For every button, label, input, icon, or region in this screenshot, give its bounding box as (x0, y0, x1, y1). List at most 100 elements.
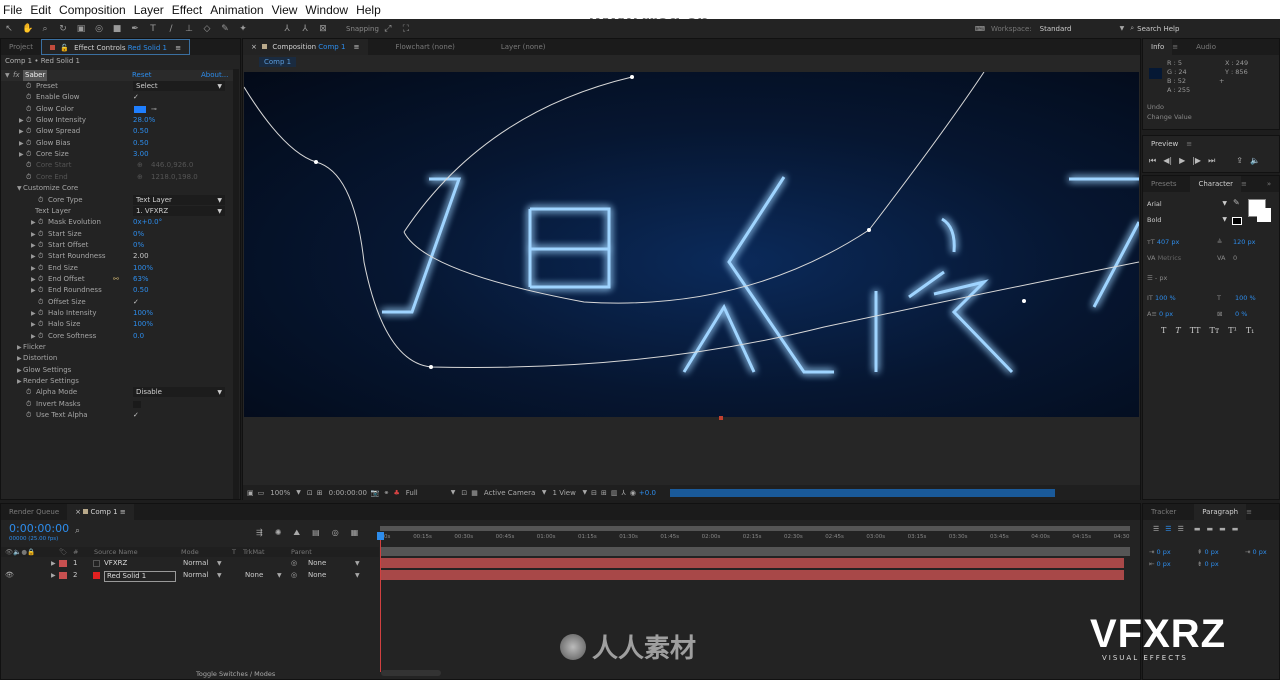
stopwatch-icon[interactable]: ⏱ (38, 297, 43, 308)
snapping-grid-icon[interactable]: ⛶ (401, 24, 411, 34)
layer-bar-2[interactable] (381, 570, 1124, 580)
collapse-arrow-icon[interactable]: ▶ (17, 365, 22, 376)
effect-name[interactable]: Saber (23, 70, 48, 81)
font-size-value[interactable]: 407 px (1157, 238, 1179, 246)
twirl-arrow-icon[interactable]: ▶ (31, 229, 36, 240)
snapshot-icon[interactable]: 📷 (371, 489, 380, 497)
views-dropdown-icon[interactable]: ▼ (583, 489, 588, 496)
menu-effect[interactable]: Effect (172, 3, 202, 17)
stroke-color-swatch[interactable] (1257, 208, 1271, 222)
stopwatch-icon[interactable]: ⏱ (38, 217, 43, 228)
property-value[interactable]: 3.00 (133, 149, 149, 160)
twirl-arrow-icon[interactable]: ▶ (19, 126, 24, 137)
safe-zones-icon[interactable]: ⊡ (307, 489, 313, 497)
zoom-select[interactable]: 100% (270, 489, 290, 497)
align-left-icon[interactable]: ☰ (1153, 525, 1159, 533)
panel-menu-icon[interactable]: ≡ (120, 508, 126, 516)
tab-render-queue[interactable]: Render Queue (1, 504, 67, 520)
property-value[interactable]: 0% (133, 229, 144, 240)
twirl-arrow-icon[interactable]: ▶ (31, 251, 36, 262)
parent-select[interactable]: None (308, 570, 326, 581)
all-caps-button[interactable]: TT (1190, 326, 1201, 335)
twirl-arrow-icon[interactable]: ▶ (51, 570, 56, 581)
tab-composition[interactable]: × Composition Comp 1 ≡ (243, 39, 368, 55)
font-family-select[interactable]: Arial ▼ (1147, 200, 1227, 208)
comp-mini-flowchart-icon[interactable]: ⇶ (256, 528, 263, 538)
tab-tracker[interactable]: Tracker (1143, 504, 1184, 520)
menu-help[interactable]: Help (356, 3, 381, 17)
motion-blur-icon[interactable]: ◎ (332, 528, 339, 538)
mode-select[interactable]: Normal (183, 570, 208, 581)
camera-dropdown-icon[interactable]: ▼ (542, 489, 547, 496)
label-color[interactable] (59, 560, 67, 567)
group-label[interactable]: Distortion (23, 353, 57, 364)
next-frame-icon[interactable]: |▶ (1192, 156, 1201, 166)
justify-left-icon[interactable]: ▬ (1194, 525, 1201, 533)
workspace-dropdown-icon[interactable]: ▼ (1120, 25, 1125, 32)
group-label[interactable]: Flicker (23, 342, 46, 353)
faux-italic-button[interactable]: T (1175, 326, 1180, 335)
tab-project[interactable]: Project (1, 39, 41, 55)
resolution-dropdown-icon[interactable]: ▼ (451, 489, 456, 496)
twirl-arrow-icon[interactable]: ▶ (31, 319, 36, 330)
property-value[interactable]: 446.0,926.0 (151, 160, 193, 171)
stopwatch-icon[interactable]: ⏱ (26, 387, 31, 398)
search-help-input[interactable]: Search Help (1137, 25, 1179, 33)
panel-menu-icon[interactable]: ≡ (1172, 43, 1178, 51)
stopwatch-icon[interactable]: ⏱ (26, 172, 31, 183)
property-value[interactable]: ✓ (133, 297, 139, 308)
property-dropdown[interactable]: Text Layer (133, 194, 225, 206)
rotate-tool-icon[interactable]: ↻ (58, 24, 68, 34)
stopwatch-icon[interactable]: ⏱ (26, 410, 31, 421)
anchor-point[interactable] (719, 416, 723, 420)
small-caps-button[interactable]: Tт (1210, 326, 1220, 335)
faux-bold-button[interactable]: T (1161, 326, 1166, 335)
layer-row[interactable]: ▶ 1 VFXRZ Normal ▼ ◎ None ▼ (1, 558, 379, 569)
property-dropdown[interactable]: 1. VFXRZ (133, 205, 225, 217)
camera-select[interactable]: Active Camera (484, 489, 542, 497)
close-icon[interactable]: × (251, 43, 257, 51)
justify-right-icon[interactable]: ▬ (1219, 525, 1226, 533)
playhead[interactable] (380, 532, 381, 672)
property-value[interactable]: 100% (133, 319, 153, 330)
stopwatch-icon[interactable]: ⏱ (38, 251, 43, 262)
stroke-width-value[interactable]: - px (1155, 274, 1167, 282)
twirl-arrow-icon[interactable]: ▶ (31, 308, 36, 319)
dropdown-icon[interactable]: ▼ (355, 570, 360, 581)
channel-icon[interactable]: ♣ (394, 489, 400, 497)
pan-behind-tool-icon[interactable]: ◎ (94, 24, 104, 34)
space-after-value[interactable]: 0 px (1205, 560, 1219, 568)
stopwatch-icon[interactable]: ⏱ (26, 115, 31, 126)
stopwatch-icon[interactable]: ⏱ (38, 319, 43, 330)
property-value[interactable]: 28.0% (133, 115, 155, 126)
header-source-name[interactable]: Source Name (94, 547, 138, 557)
tab-character[interactable]: Character (1190, 176, 1242, 192)
indent-left-value[interactable]: 0 px (1157, 548, 1171, 556)
play-icon[interactable]: ▶ (1179, 156, 1185, 166)
property-dropdown[interactable]: Select (133, 81, 225, 92)
comp-breadcrumb[interactable]: Comp 1 (259, 57, 297, 67)
always-preview-icon[interactable]: ▣ (247, 489, 254, 497)
loop-icon[interactable]: ⇪ (1236, 156, 1243, 166)
composition-viewer[interactable] (243, 71, 1141, 417)
twirl-arrow-icon[interactable]: ▶ (31, 331, 36, 342)
workspace-select[interactable]: Standard (1040, 25, 1120, 33)
tab-layer[interactable]: Layer (none) (493, 39, 554, 55)
tab-presets[interactable]: Presets (1143, 176, 1184, 192)
layer-row[interactable]: 👁 ▶ 2 Red Solid 1 Normal ▼ None ▼ ◎ None ▼ (1, 570, 379, 582)
property-value[interactable]: 0x+0.0° (133, 217, 162, 228)
zoom-tool-icon[interactable]: ⌕ (40, 24, 50, 34)
panel-menu-icon[interactable]: ≡ (1246, 508, 1252, 516)
fx-icon[interactable]: fx (13, 70, 20, 81)
time-navigator[interactable] (380, 547, 1130, 556)
menu-layer[interactable]: Layer (134, 3, 164, 17)
eraser-tool-icon[interactable]: ◇ (202, 24, 212, 34)
shy-layers-icon[interactable]: ⛰ (293, 528, 300, 538)
menu-composition[interactable]: Composition (59, 3, 126, 17)
stopwatch-icon[interactable]: ⏱ (26, 104, 31, 115)
axis-view-icon[interactable]: ⊠ (318, 24, 328, 34)
dropdown-icon[interactable]: ▼ (217, 570, 222, 581)
collapse-arrow-icon[interactable]: ▶ (17, 353, 22, 364)
indent-right-value[interactable]: 0 px (1157, 560, 1171, 568)
stopwatch-icon[interactable]: ⏱ (38, 285, 43, 296)
